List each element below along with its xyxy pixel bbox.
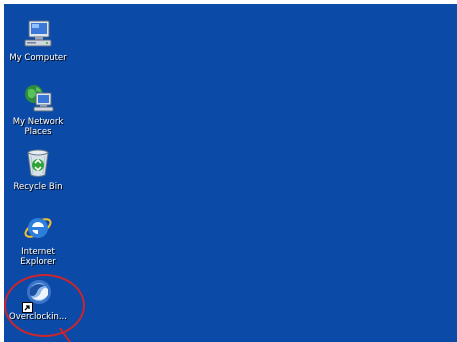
icon-label-internet-explorer: Internet Explorer	[20, 247, 56, 267]
recycle-bin-icon	[22, 147, 54, 179]
my-computer-icon	[22, 18, 54, 50]
overclocking-app-icon	[22, 277, 54, 313]
desktop-icon-internet-explorer[interactable]: Internet Explorer	[4, 212, 72, 267]
internet-explorer-icon	[22, 212, 54, 244]
network-places-icon	[22, 82, 54, 114]
icon-label-my-network-places: My Network Places	[12, 117, 64, 137]
desktop[interactable]: My Computer My Network Places Recycle Bi…	[4, 4, 457, 342]
desktop-icon-my-computer[interactable]: My Computer	[4, 18, 72, 63]
shortcut-arrow-icon	[22, 298, 33, 313]
annotation-pointer-line	[59, 328, 72, 342]
desktop-icon-my-network-places[interactable]: My Network Places	[4, 82, 72, 137]
icon-label-overclocking-shortcut: Overclockin...	[9, 312, 67, 322]
desktop-icon-recycle-bin[interactable]: Recycle Bin	[4, 147, 72, 192]
icon-label-recycle-bin: Recycle Bin	[13, 182, 63, 192]
desktop-icon-overclocking-shortcut[interactable]: Overclockin...	[4, 277, 72, 322]
icon-label-my-computer: My Computer	[9, 53, 67, 63]
